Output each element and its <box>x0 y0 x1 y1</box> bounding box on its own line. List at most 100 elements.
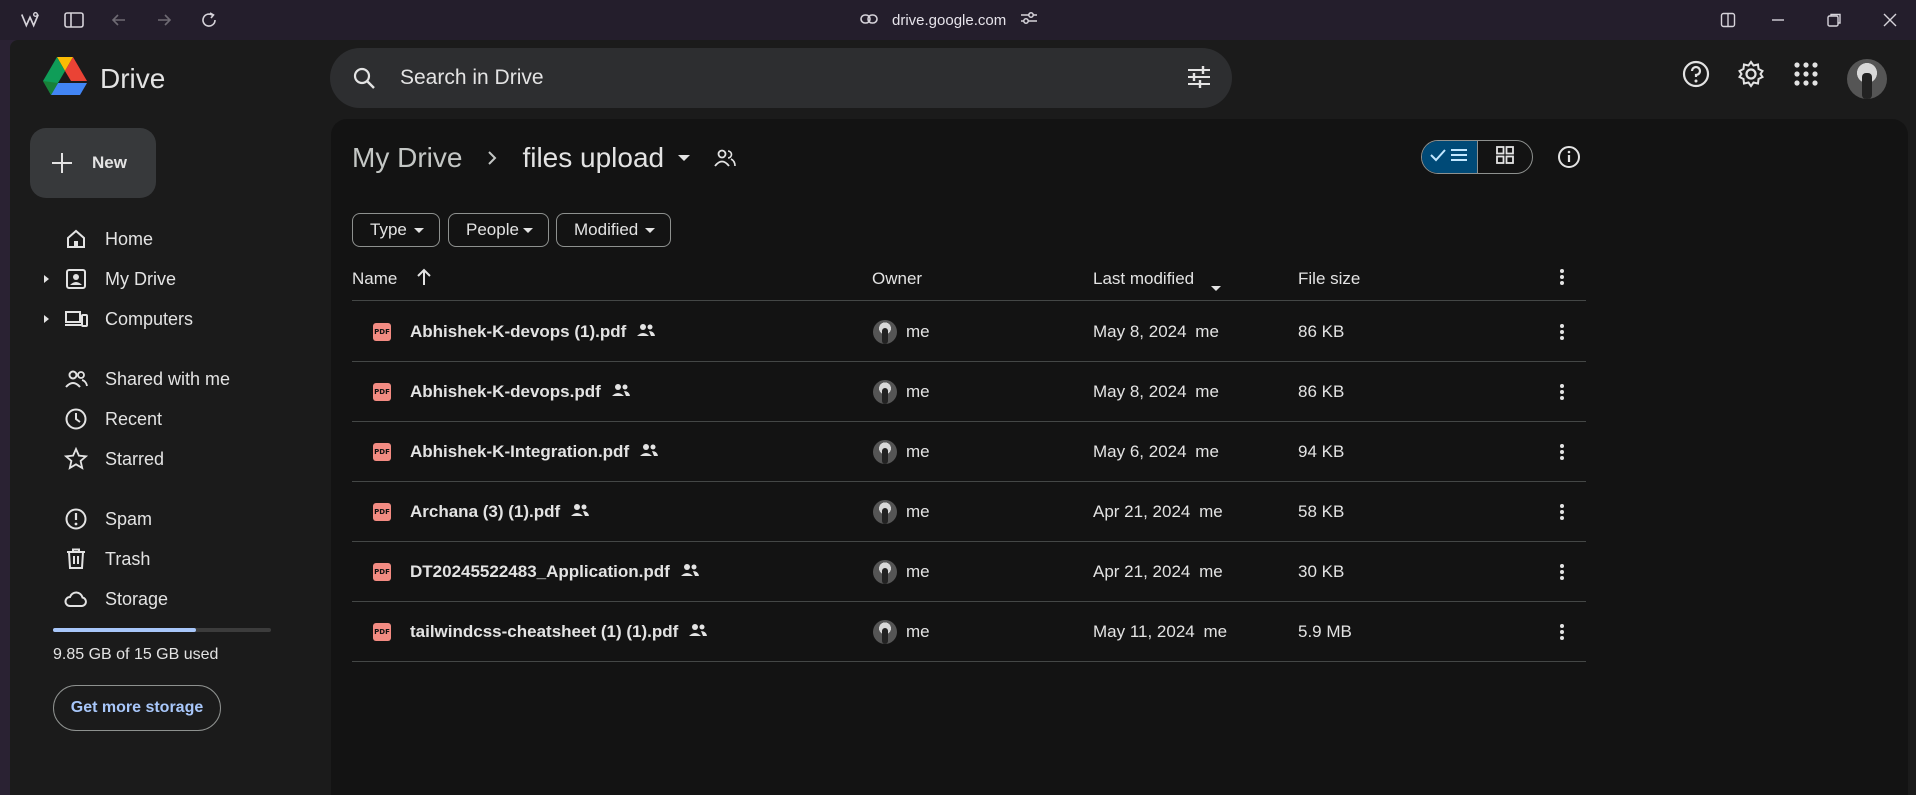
file-name[interactable]: Abhishek-K-devops (1).pdf <box>410 322 626 342</box>
table-row[interactable]: PDF DT20245522483_Application.pdf me Apr… <box>352 542 1586 602</box>
last-modified-cell: May 6, 2024 me <box>1093 442 1219 462</box>
settings-gear-icon[interactable] <box>1737 60 1765 93</box>
pdf-file-icon: PDF <box>373 623 391 641</box>
column-options-more-icon[interactable] <box>1550 265 1574 289</box>
address-bar[interactable]: drive.google.com <box>860 9 1038 31</box>
owner-avatar <box>873 320 897 344</box>
file-name-cell[interactable]: Abhishek-K-Integration.pdf <box>410 442 659 462</box>
expand-caret-icon[interactable] <box>44 275 49 283</box>
file-size: 86 KB <box>1298 322 1345 341</box>
file-name[interactable]: tailwindcss-cheatsheet (1) (1).pdf <box>410 622 678 642</box>
expand-caret-icon[interactable] <box>44 315 49 323</box>
split-view-icon[interactable] <box>1716 8 1740 32</box>
help-icon[interactable] <box>1682 60 1710 93</box>
file-size: 86 KB <box>1298 382 1345 401</box>
folder-shared-icon[interactable] <box>714 148 736 168</box>
sidebar-item-my-drive[interactable]: My Drive <box>38 262 298 296</box>
shared-people-icon <box>570 502 590 522</box>
restore-icon[interactable] <box>1822 8 1846 32</box>
more-actions-icon[interactable] <box>1550 380 1574 404</box>
forward-icon[interactable] <box>152 8 176 32</box>
column-header-name[interactable]: Name <box>352 269 397 289</box>
last-modified-date: May 8, 2024 <box>1093 382 1187 401</box>
new-button-label: New <box>92 153 127 172</box>
search-icon[interactable] <box>352 66 376 95</box>
table-row[interactable]: PDF tailwindcss-cheatsheet (1) (1).pdf m… <box>352 602 1586 662</box>
account-avatar[interactable] <box>1847 59 1887 99</box>
owner-name: me <box>906 442 930 461</box>
sidebar-item-label: Trash <box>105 548 151 569</box>
chevron-down-icon <box>523 228 533 233</box>
sidebar-item-trash[interactable]: Trash <box>38 542 298 576</box>
more-actions-icon[interactable] <box>1550 320 1574 344</box>
filter-type-label: Type <box>370 220 407 239</box>
file-name[interactable]: Abhishek-K-devops.pdf <box>410 382 601 402</box>
cloud-icon <box>64 587 88 611</box>
sidebar-item-spam[interactable]: Spam <box>38 502 298 536</box>
get-more-storage-button[interactable]: Get more storage <box>53 685 221 731</box>
owner-name: me <box>906 562 930 581</box>
filter-type-chip[interactable]: Type <box>352 213 440 247</box>
last-modified-by: me <box>1195 322 1219 341</box>
sidebar-item-computers[interactable]: Computers <box>38 302 298 336</box>
drive-logo[interactable]: Drive <box>42 56 165 101</box>
last-modified-date: May 11, 2024 <box>1093 622 1195 641</box>
sidebar-toggle-icon[interactable] <box>62 8 86 32</box>
file-name-cell[interactable]: Abhishek-K-devops.pdf <box>410 382 631 402</box>
browser-logo-icon[interactable] <box>18 8 42 32</box>
sidebar-item-home[interactable]: Home <box>38 222 298 256</box>
file-name-cell[interactable]: tailwindcss-cheatsheet (1) (1).pdf <box>410 622 708 642</box>
sidebar-item-recent[interactable]: Recent <box>38 402 298 436</box>
last-modified-date: Apr 21, 2024 <box>1093 562 1191 581</box>
table-row[interactable]: PDF Archana (3) (1).pdf me Apr 21, 2024 … <box>352 482 1586 542</box>
breadcrumb-my-drive[interactable]: My Drive <box>352 142 462 174</box>
chevron-down-icon <box>414 228 424 233</box>
back-icon[interactable] <box>107 8 131 32</box>
filter-people-chip[interactable]: People <box>448 213 549 247</box>
grid-view-button[interactable] <box>1476 141 1532 173</box>
last-modified-cell: May 8, 2024 me <box>1093 382 1219 402</box>
details-info-icon[interactable] <box>1557 145 1581 174</box>
pdf-file-icon: PDF <box>373 443 391 461</box>
filter-modified-chip[interactable]: Modified <box>556 213 671 247</box>
sort-dropdown-icon[interactable] <box>1211 276 1221 296</box>
sidebar-item-storage[interactable]: Storage <box>38 582 298 616</box>
more-actions-icon[interactable] <box>1550 560 1574 584</box>
shared-people-icon <box>680 562 700 582</box>
sidebar-item-starred[interactable]: Starred <box>38 442 298 476</box>
folder-menu-dropdown-icon[interactable] <box>678 155 691 161</box>
last-modified-by: me <box>1195 382 1219 401</box>
star-icon <box>63 446 89 471</box>
table-row[interactable]: PDF Abhishek-K-devops.pdf me May 8, 2024… <box>352 362 1586 422</box>
refresh-icon[interactable] <box>197 8 221 32</box>
file-name[interactable]: DT20245522483_Application.pdf <box>410 562 670 582</box>
sort-ascending-arrow-icon[interactable] <box>415 267 433 292</box>
apps-grid-icon[interactable] <box>1792 60 1820 93</box>
column-header-file-size[interactable]: File size <box>1298 269 1360 289</box>
file-name-cell[interactable]: Archana (3) (1).pdf <box>410 502 590 522</box>
list-view-icon <box>1450 148 1468 167</box>
new-button[interactable]: New <box>30 128 156 198</box>
table-row[interactable]: PDF Abhishek-K-Integration.pdf me May 6,… <box>352 422 1586 482</box>
sidebar-item-shared[interactable]: Shared with me <box>38 362 298 396</box>
column-header-last-modified[interactable]: Last modified <box>1093 269 1194 289</box>
file-name[interactable]: Archana (3) (1).pdf <box>410 502 560 522</box>
more-actions-icon[interactable] <box>1550 620 1574 644</box>
file-name[interactable]: Abhishek-K-Integration.pdf <box>410 442 629 462</box>
owner-avatar <box>873 380 897 404</box>
more-actions-icon[interactable] <box>1550 440 1574 464</box>
file-name-cell[interactable]: DT20245522483_Application.pdf <box>410 562 700 582</box>
shared-people-icon <box>636 322 656 342</box>
search-input[interactable] <box>400 62 1160 94</box>
list-view-button[interactable] <box>1422 141 1477 173</box>
breadcrumb-current-folder[interactable]: files upload <box>522 142 664 174</box>
table-row[interactable]: PDF Abhishek-K-devops (1).pdf me May 8, … <box>352 302 1586 362</box>
site-settings-icon[interactable] <box>1020 11 1038 29</box>
column-header-owner[interactable]: Owner <box>872 269 922 289</box>
search-bar[interactable] <box>330 48 1232 108</box>
file-name-cell[interactable]: Abhishek-K-devops (1).pdf <box>410 322 656 342</box>
search-options-icon[interactable] <box>1186 64 1212 95</box>
minimize-icon[interactable] <box>1766 8 1790 32</box>
close-window-icon[interactable] <box>1878 8 1902 32</box>
more-actions-icon[interactable] <box>1550 500 1574 524</box>
